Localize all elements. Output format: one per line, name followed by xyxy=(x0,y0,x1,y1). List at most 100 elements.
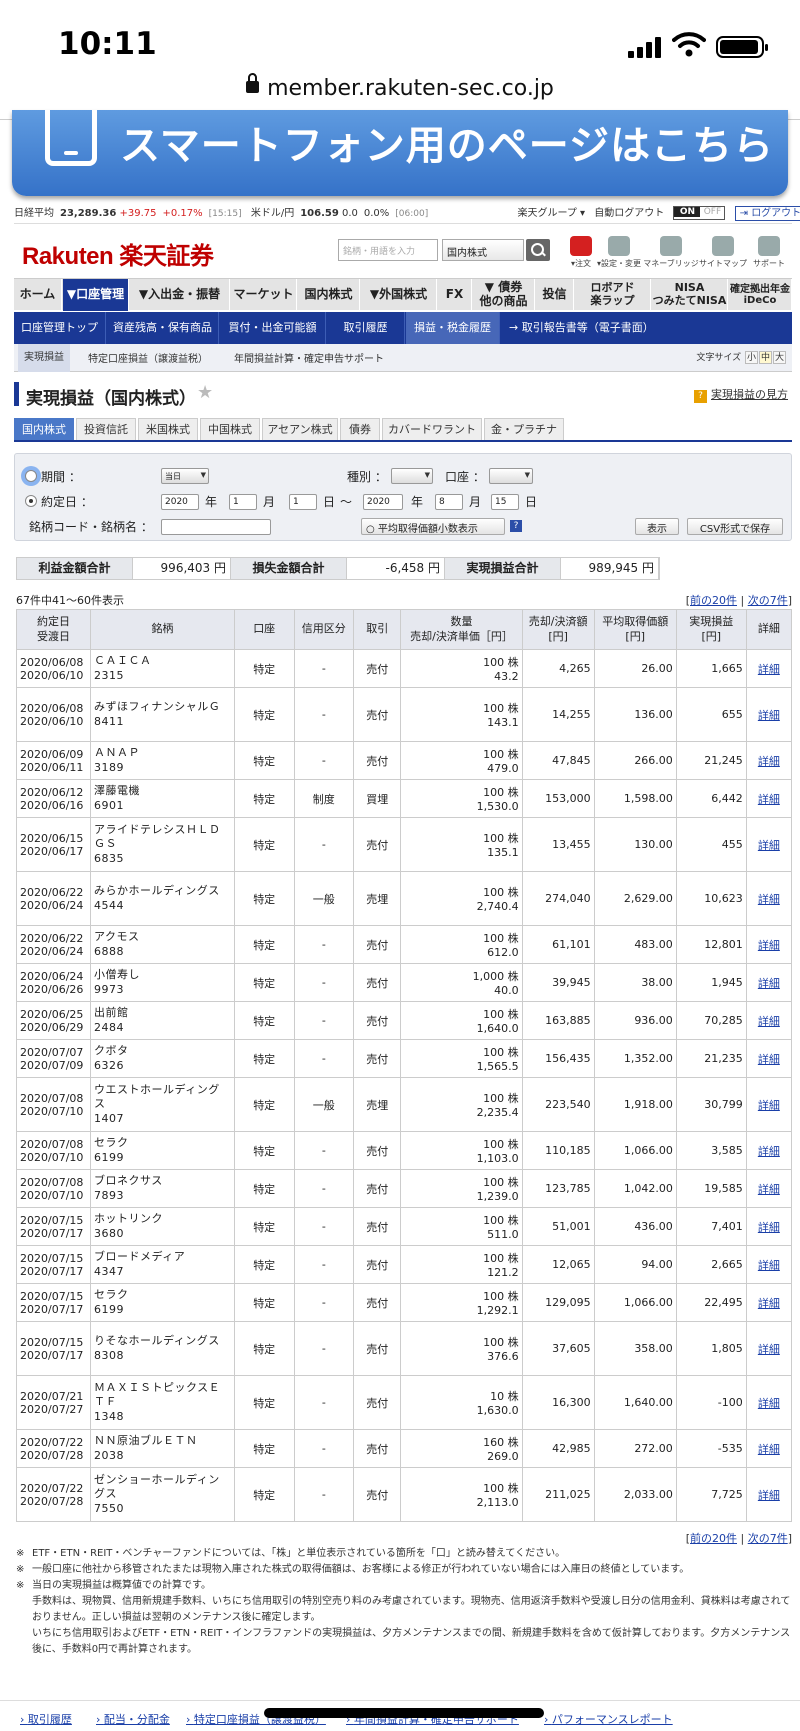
avg-cost-cell: 1,598.00 xyxy=(593,779,677,818)
from-year-input[interactable]: 2020 xyxy=(161,494,199,510)
detail-link[interactable]: 詳細 xyxy=(758,1145,780,1158)
detail-link[interactable]: 詳細 xyxy=(758,1053,780,1066)
from-month-input[interactable]: 1 xyxy=(229,494,257,510)
detail-link[interactable]: 詳細 xyxy=(758,1183,780,1196)
period-select[interactable]: 当日 xyxy=(161,468,209,484)
to-day-input[interactable]: 15 xyxy=(491,494,519,510)
tab-bonds[interactable]: 債券 xyxy=(340,418,380,440)
detail-link[interactable]: 詳細 xyxy=(758,663,780,676)
nav-foreign-stock[interactable]: ▼外国株式 xyxy=(361,279,437,311)
detail-link[interactable]: 詳細 xyxy=(758,1015,780,1028)
logout-button[interactable]: ⇥ ログアウト xyxy=(734,206,800,221)
detail-link[interactable]: 詳細 xyxy=(758,1297,780,1310)
account-select[interactable] xyxy=(489,468,533,484)
detail-link[interactable]: 詳細 xyxy=(758,1343,780,1356)
detail-link[interactable]: 詳細 xyxy=(758,1489,780,1502)
prev-page-link[interactable]: 前の20件 xyxy=(690,594,737,607)
tab-gold[interactable]: 金・プラチナ xyxy=(484,418,564,440)
from-day-input[interactable]: 1 xyxy=(289,494,317,510)
subnav-assets[interactable]: 資産残高・保有商品 xyxy=(107,312,219,344)
font-small-button[interactable]: 小 xyxy=(745,351,758,364)
search-category-select[interactable]: 国内株式 xyxy=(442,239,524,261)
nav-market[interactable]: マーケット xyxy=(231,279,297,311)
search-icon[interactable] xyxy=(526,239,550,261)
detail-link[interactable]: 詳細 xyxy=(758,893,780,906)
tab-funds[interactable]: 投資信託 xyxy=(76,418,136,440)
nav-deposit[interactable]: ▼入出金・振替 xyxy=(130,279,230,311)
subnav-pl-tax[interactable]: 損益・税金履歴 xyxy=(406,312,500,344)
detail-link[interactable]: 詳細 xyxy=(758,939,780,952)
detail-link[interactable]: 詳細 xyxy=(758,793,780,806)
prev-page-link[interactable]: 前の20件 xyxy=(690,1532,737,1545)
footer-link-history[interactable]: › 取引履歴 xyxy=(20,1711,72,1727)
avg-decimal-button[interactable]: ○ 平均取得価額小数表示 xyxy=(361,518,505,535)
to-year-input[interactable]: 2020 xyxy=(363,494,403,510)
nav-ideco[interactable]: 確定拠出年金 iDeCo xyxy=(729,279,792,311)
tab-us[interactable]: 米国株式 xyxy=(138,418,198,440)
table-row: 2020/07/21 2020/07/27 ＭＡＸＩＳトピックスＥＴＦ 1348 特定 -… xyxy=(16,1375,793,1430)
help-link[interactable]: ? 実現損益の見方 xyxy=(694,386,788,403)
subsub-annual[interactable]: 年間損益計算・確定申告サポート xyxy=(234,350,384,365)
nav-robo[interactable]: ロボアド 楽ラップ xyxy=(575,279,651,311)
detail-link[interactable]: 詳細 xyxy=(758,755,780,768)
detail-link[interactable]: 詳細 xyxy=(758,1259,780,1272)
realized-pl-cell: 655 xyxy=(675,687,747,742)
detail-link[interactable]: 詳細 xyxy=(758,1443,780,1456)
realized-pl-cell: 7,725 xyxy=(675,1467,747,1522)
credit-cell: - xyxy=(293,925,355,964)
avg-cost-cell: 130.00 xyxy=(593,817,677,872)
font-large-button[interactable]: 大 xyxy=(773,351,786,364)
code-input[interactable] xyxy=(161,519,271,535)
nav-fx[interactable]: FX xyxy=(438,279,472,311)
nav-nisa[interactable]: NISA つみたてNISA xyxy=(652,279,728,311)
show-button[interactable]: 表示 xyxy=(635,518,679,535)
subnav-account-top[interactable]: 口座管理トップ xyxy=(14,312,106,344)
csv-button[interactable]: CSV形式で保存 xyxy=(687,518,783,535)
stock-cell: アライドテレシスＨＬＤＧＳ 6835 xyxy=(90,817,235,872)
type-select[interactable] xyxy=(391,468,433,484)
tab-domestic[interactable]: 国内株式 xyxy=(14,418,74,440)
font-medium-button[interactable]: 中 xyxy=(759,351,772,364)
nav-home[interactable]: ホーム xyxy=(14,279,62,311)
money-bridge-icon[interactable]: マネーブリッジ xyxy=(643,236,699,269)
subsub-specified[interactable]: 特定口座損益（譲渡益税） xyxy=(88,350,208,365)
footer-link-dividend[interactable]: › 配当・分配金 xyxy=(96,1711,170,1727)
autologout-toggle[interactable]: ON OFF xyxy=(673,206,726,220)
subsub-realized[interactable]: 実現損益 xyxy=(18,344,70,372)
detail-link[interactable]: 詳細 xyxy=(758,1221,780,1234)
nav-funds[interactable]: 投信 xyxy=(536,279,574,311)
detail-link[interactable]: 詳細 xyxy=(758,1397,780,1410)
stock-code: 2484 xyxy=(94,1020,124,1034)
period-radio[interactable] xyxy=(25,470,37,482)
search-input[interactable]: 銘柄・用語を入力 xyxy=(338,239,438,261)
subnav-history[interactable]: 取引履歴 xyxy=(327,312,405,344)
group-menu[interactable]: 楽天グループ ▾ xyxy=(517,208,585,219)
tab-covered[interactable]: カバードワラント xyxy=(382,418,482,440)
avg-cost-cell: 1,918.00 xyxy=(593,1077,677,1132)
detail-link[interactable]: 詳細 xyxy=(758,709,780,722)
realized-pl-cell: 21,235 xyxy=(675,1039,747,1078)
tab-china[interactable]: 中国株式 xyxy=(200,418,260,440)
next-page-link[interactable]: 次の7件 xyxy=(748,1532,788,1545)
detail-link[interactable]: 詳細 xyxy=(758,977,780,990)
support-icon[interactable]: サポート xyxy=(741,236,797,269)
detail-link[interactable]: 詳細 xyxy=(758,1099,780,1112)
help-icon[interactable]: ? xyxy=(510,520,522,532)
tab-asean[interactable]: アセアン株式 xyxy=(262,418,338,440)
star-icon[interactable]: ★ xyxy=(197,382,213,403)
home-indicator[interactable] xyxy=(264,1708,544,1718)
date-cell: 2020/06/09 2020/06/11 xyxy=(16,741,91,780)
nav-domestic-stock[interactable]: 国内株式 xyxy=(298,279,360,311)
subnav-reports[interactable]: → 取引報告書等（電子書面） xyxy=(501,312,671,344)
rakuten-logo[interactable]: Rakuten 楽天証券 xyxy=(22,236,214,271)
detail-link[interactable]: 詳細 xyxy=(758,839,780,852)
url-bar[interactable]: member.rakuten-sec.co.jp xyxy=(0,73,800,108)
settings-icon[interactable]: ▾設定・変更 xyxy=(591,236,647,269)
subnav-buying-power[interactable]: 買付・出金可能額 xyxy=(220,312,326,344)
to-month-input[interactable]: 8 xyxy=(435,494,463,510)
footer-link-performance[interactable]: › パフォーマンスレポート xyxy=(544,1711,673,1727)
nav-bonds[interactable]: ▼ 債券 他の商品 xyxy=(473,279,535,311)
next-page-link[interactable]: 次の7件 xyxy=(748,594,788,607)
nav-account[interactable]: ▼口座管理 xyxy=(63,279,129,311)
date-radio[interactable] xyxy=(25,495,37,507)
